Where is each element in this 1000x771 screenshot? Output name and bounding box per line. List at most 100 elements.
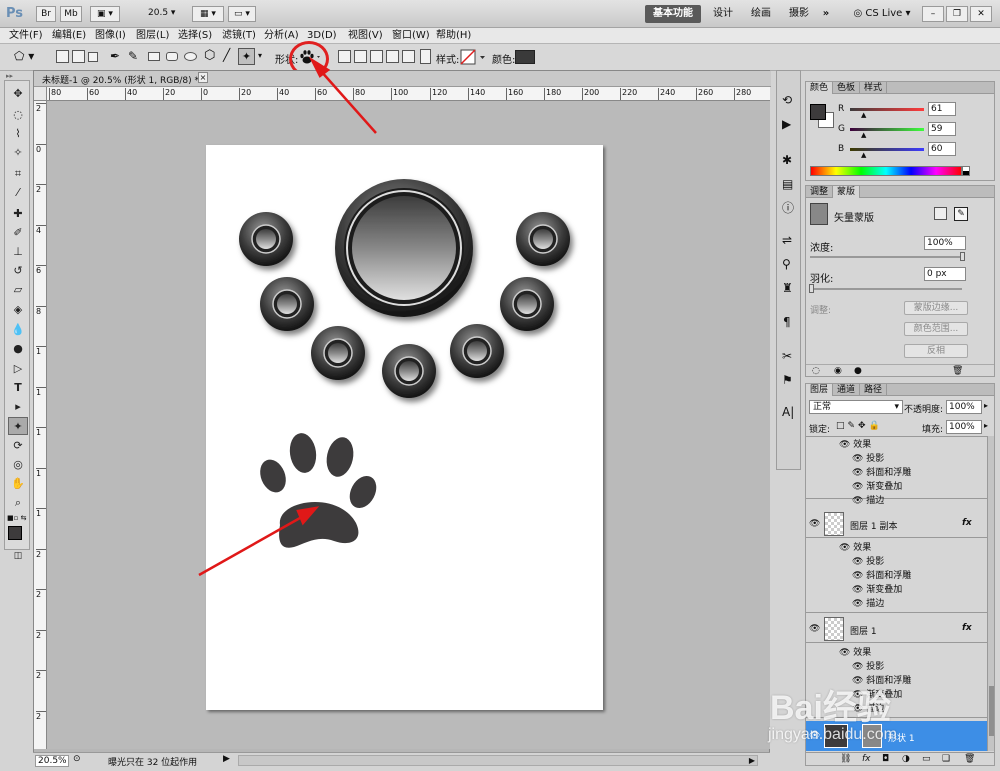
zoom-percentage-field[interactable]: 20.5%	[35, 755, 69, 767]
effect-stroke[interactable]: 👁 描边	[852, 597, 884, 611]
layer-fx-icon[interactable]: fx	[962, 518, 972, 528]
view-extras-button[interactable]: ▣ ▾	[90, 6, 120, 22]
mini-bridge-button[interactable]: Mb	[60, 6, 82, 22]
r-value-field[interactable]: 61	[928, 102, 956, 116]
close-button[interactable]: ✕	[970, 6, 992, 22]
effect-bevel-emboss[interactable]: 👁 斜面和浮雕	[852, 674, 911, 688]
more-workspaces-button[interactable]: »	[818, 5, 834, 23]
menu-layer[interactable]: 图层(L)	[136, 29, 169, 43]
foreground-color-swatch[interactable]	[8, 526, 22, 540]
zoom-tool-icon[interactable]: ⌕	[8, 494, 28, 512]
effect-drop-shadow[interactable]: 👁 投影	[852, 452, 884, 466]
arrange-documents-button[interactable]: ▦ ▾	[192, 6, 224, 22]
eraser-tool-icon[interactable]: ▱	[8, 281, 28, 299]
menu-edit[interactable]: 编辑(E)	[52, 29, 86, 43]
animation-panel-icon[interactable]: ✂	[782, 349, 792, 363]
exclude-shape-icon[interactable]	[402, 50, 415, 63]
delete-mask-icon[interactable]: 🗑	[952, 366, 963, 376]
3d-orbit-icon[interactable]: ◎	[8, 456, 28, 474]
marquee-tool-icon[interactable]: ◌	[8, 106, 28, 124]
document-tab[interactable]: 未标题-1 @ 20.5% (形状 1, RGB/8) * ×	[34, 71, 771, 87]
feather-field[interactable]: 0 px	[924, 267, 966, 281]
rounded-rectangle-icon[interactable]	[166, 52, 178, 61]
healing-brush-icon[interactable]: ✚	[8, 205, 28, 223]
scroll-right-arrow[interactable]: ▶	[749, 756, 755, 765]
paths-mode-icon[interactable]	[72, 50, 85, 63]
navigator-panel-icon[interactable]: ▤	[782, 177, 793, 191]
eyedropper-tool-icon[interactable]: ⁄	[8, 184, 28, 202]
menu-help[interactable]: 帮助(H)	[436, 29, 471, 43]
link-layer-icon[interactable]	[420, 49, 431, 64]
tab-channels[interactable]: 通道	[833, 384, 861, 396]
fill-field[interactable]: 100%	[946, 420, 982, 434]
layer-row-shape1[interactable]: 👁 形状 1	[806, 721, 987, 751]
effects-header[interactable]: 👁 效果	[839, 541, 871, 555]
load-selection-icon[interactable]: ◌	[812, 366, 820, 376]
3d-panel-icon[interactable]: ♜	[782, 281, 793, 295]
workspace-photography[interactable]: 摄影	[784, 5, 814, 23]
color-range-button[interactable]: 颜色范围...	[904, 322, 968, 336]
pixel-mask-button[interactable]	[934, 207, 947, 220]
lasso-tool-icon[interactable]: ⌇	[8, 125, 28, 143]
tool-preset-picker[interactable]: ⬠ ▾	[14, 49, 42, 65]
brush-tool-icon[interactable]: ✐	[8, 224, 28, 242]
dodge-tool-icon[interactable]: ●	[8, 340, 28, 358]
status-doc-icon[interactable]: ⊙	[73, 754, 81, 764]
info-panel-icon[interactable]: ⓘ	[782, 199, 794, 216]
feather-slider[interactable]	[810, 288, 962, 290]
effect-bevel-emboss[interactable]: 👁 斜面和浮雕	[852, 466, 911, 480]
panel-fg-swatch[interactable]	[810, 104, 826, 120]
bridge-button[interactable]: Br	[36, 6, 56, 22]
effect-drop-shadow[interactable]: 👁 投影	[852, 660, 884, 674]
subtract-shape-icon[interactable]	[370, 50, 383, 63]
type-tool-icon[interactable]: T	[8, 379, 28, 397]
spectrum-bw[interactable]	[962, 166, 970, 176]
document-canvas[interactable]	[206, 145, 603, 710]
delete-layer-icon[interactable]: 🗑	[964, 754, 975, 764]
menu-filter[interactable]: 滤镜(T)	[222, 29, 256, 43]
apply-mask-icon[interactable]: ◉	[834, 366, 842, 376]
actions-panel-icon[interactable]: ▶	[782, 117, 791, 131]
tab-adjustments[interactable]: 调整	[806, 186, 834, 198]
mask-edge-button[interactable]: 蒙版边缘...	[904, 301, 968, 315]
custom-shape-tool-icon[interactable]: ✦	[238, 48, 255, 65]
paragraph-panel-icon[interactable]: ¶	[783, 315, 791, 329]
visibility-eye-icon[interactable]: 👁	[809, 520, 820, 529]
workspace-essentials[interactable]: 基本功能	[645, 5, 701, 23]
density-slider[interactable]	[810, 256, 962, 258]
invert-button[interactable]: 反相	[904, 344, 968, 358]
tab-paths[interactable]: 路径	[860, 384, 888, 396]
view-mask-icon[interactable]: ●	[854, 366, 862, 376]
menu-image[interactable]: 图像(I)	[95, 29, 126, 43]
new-adjustment-icon[interactable]: ◑	[902, 754, 910, 764]
default-colors-icon[interactable]: ■▫ ⇆	[7, 514, 26, 522]
scrollbar-thumb[interactable]	[989, 686, 994, 736]
quick-mask-icon[interactable]: ◫	[8, 547, 28, 565]
new-group-icon[interactable]: ▭	[922, 754, 931, 764]
add-style-icon[interactable]: fx	[862, 754, 871, 764]
layer-name[interactable]: 图层 1	[850, 624, 877, 637]
horizontal-scrollbar[interactable]: ▶	[238, 755, 758, 766]
clone-source-icon[interactable]: ⇌	[782, 233, 792, 247]
effect-gradient-overlay[interactable]: 👁 渐变叠加	[852, 583, 902, 597]
vector-mask-button[interactable]: ✎	[954, 207, 968, 221]
line-tool-icon[interactable]: ╱	[223, 48, 230, 62]
workspace-painting[interactable]: 绘画	[746, 5, 776, 23]
b-value-field[interactable]: 60	[928, 142, 956, 156]
history-brush-icon[interactable]: ↺	[8, 262, 28, 280]
fill-arrow[interactable]: ▸	[984, 421, 988, 430]
layer-name[interactable]: 图层 1 副本	[850, 519, 897, 532]
clone-stamp-icon[interactable]: ⊥	[8, 243, 28, 261]
add-to-shape-icon[interactable]	[354, 50, 367, 63]
link-layers-icon[interactable]: ⛓	[840, 754, 851, 764]
zoom-level-dropdown[interactable]: 20.5 ▾	[148, 8, 175, 18]
restore-button[interactable]: ❐	[946, 6, 968, 22]
tab-layers[interactable]: 图层	[806, 384, 834, 396]
visibility-eye-icon[interactable]: 👁	[809, 625, 820, 634]
effect-stroke[interactable]: 👁 描边	[852, 494, 884, 508]
crop-tool-icon[interactable]: ⌗	[8, 165, 28, 183]
path-select-icon[interactable]: ▷	[8, 360, 28, 378]
tool-presets-icon[interactable]: ⚲	[782, 257, 791, 271]
move-tool-icon[interactable]: ✥	[8, 85, 28, 103]
tab-styles[interactable]: 样式	[860, 82, 888, 94]
